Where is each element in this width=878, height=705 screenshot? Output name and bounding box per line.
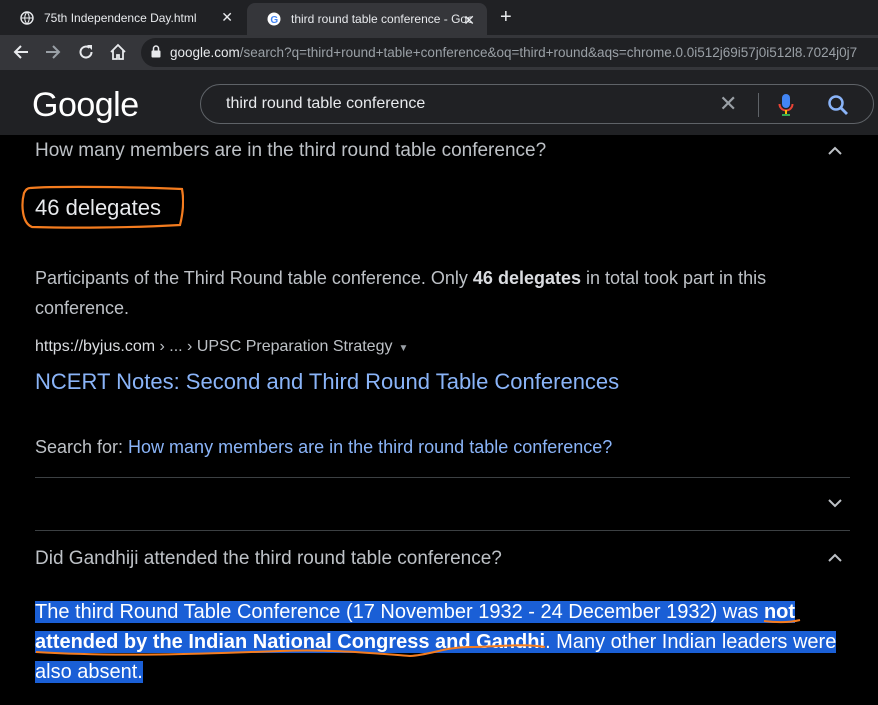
google-favicon-icon: G [267,12,281,26]
search-divider [758,93,759,117]
cite-breadcrumb: › ... › UPSC Preparation Strategy [155,338,393,355]
featured-answer: 46 delegates [35,195,161,220]
divider [35,530,850,531]
url-host: google.com [170,45,240,60]
cite-host: https://byjus.com [35,338,156,355]
para-bold: 46 delegates [472,268,581,288]
chevron-down-icon[interactable] [826,494,844,512]
search-for-link[interactable]: How many members are in the third round … [128,437,612,457]
result-citation[interactable]: https://byjus.com › ... › UPSC Preparati… [35,338,408,356]
chevron-up-icon[interactable] [826,549,844,567]
mic-icon[interactable] [778,93,794,122]
home-icon[interactable] [107,41,129,63]
forward-arrow-icon[interactable] [42,41,64,63]
clear-icon[interactable]: ✕ [719,91,737,117]
faq-question[interactable]: How many members are in the third round … [35,140,546,162]
tab-title: third round table conference - Google Se… [291,12,471,26]
results-content: How many members are in the third round … [0,135,878,705]
chevron-up-icon[interactable] [826,142,844,160]
tab-independence-day[interactable]: 75th Independence Day.html ✕ [0,0,245,35]
search-box[interactable]: third round table conference ✕ [200,84,874,124]
para-text: Participants of the Third Round table co… [35,268,473,288]
faq-question[interactable]: Did Gandhiji attended the third round ta… [35,548,502,570]
selected-answer-text: The third Round Table Conference (17 Nov… [35,597,855,687]
svg-text:G: G [270,15,278,26]
new-tab-button[interactable]: + [500,6,512,29]
tab-title: 75th Independence Day.html [44,10,197,25]
browser-toolbar: google.com/search?q=third+round+table+co… [0,35,878,70]
address-bar[interactable]: google.com/search?q=third+round+table+co… [141,38,878,67]
reload-icon[interactable] [75,41,97,63]
close-tab-icon[interactable]: ✕ [221,9,233,26]
selected-text: The third Round Table Conference (17 Nov… [35,601,764,623]
result-title-link[interactable]: NCERT Notes: Second and Third Round Tabl… [35,369,619,395]
search-for-label: Search for: [35,437,129,457]
google-header: Google third round table conference ✕ [0,70,878,135]
back-arrow-icon[interactable] [10,41,32,63]
close-tab-icon[interactable]: ✕ [463,12,475,29]
answer-paragraph: Participants of the Third Round table co… [35,263,855,323]
google-logo[interactable]: Google [32,86,139,125]
globe-icon [20,10,34,25]
tab-google-search[interactable]: G third round table conference - Google … [247,3,487,35]
divider [35,477,850,478]
search-icon[interactable] [827,94,849,121]
search-input[interactable]: third round table conference [226,95,425,113]
lock-icon [151,44,161,61]
search-for-row: Search for: How many members are in the … [35,437,612,458]
dropdown-triangle-icon[interactable]: ▼ [398,343,408,354]
url-path: /search?q=third+round+table+conference&o… [239,45,858,60]
tab-strip: 75th Independence Day.html ✕ G third rou… [0,0,878,35]
